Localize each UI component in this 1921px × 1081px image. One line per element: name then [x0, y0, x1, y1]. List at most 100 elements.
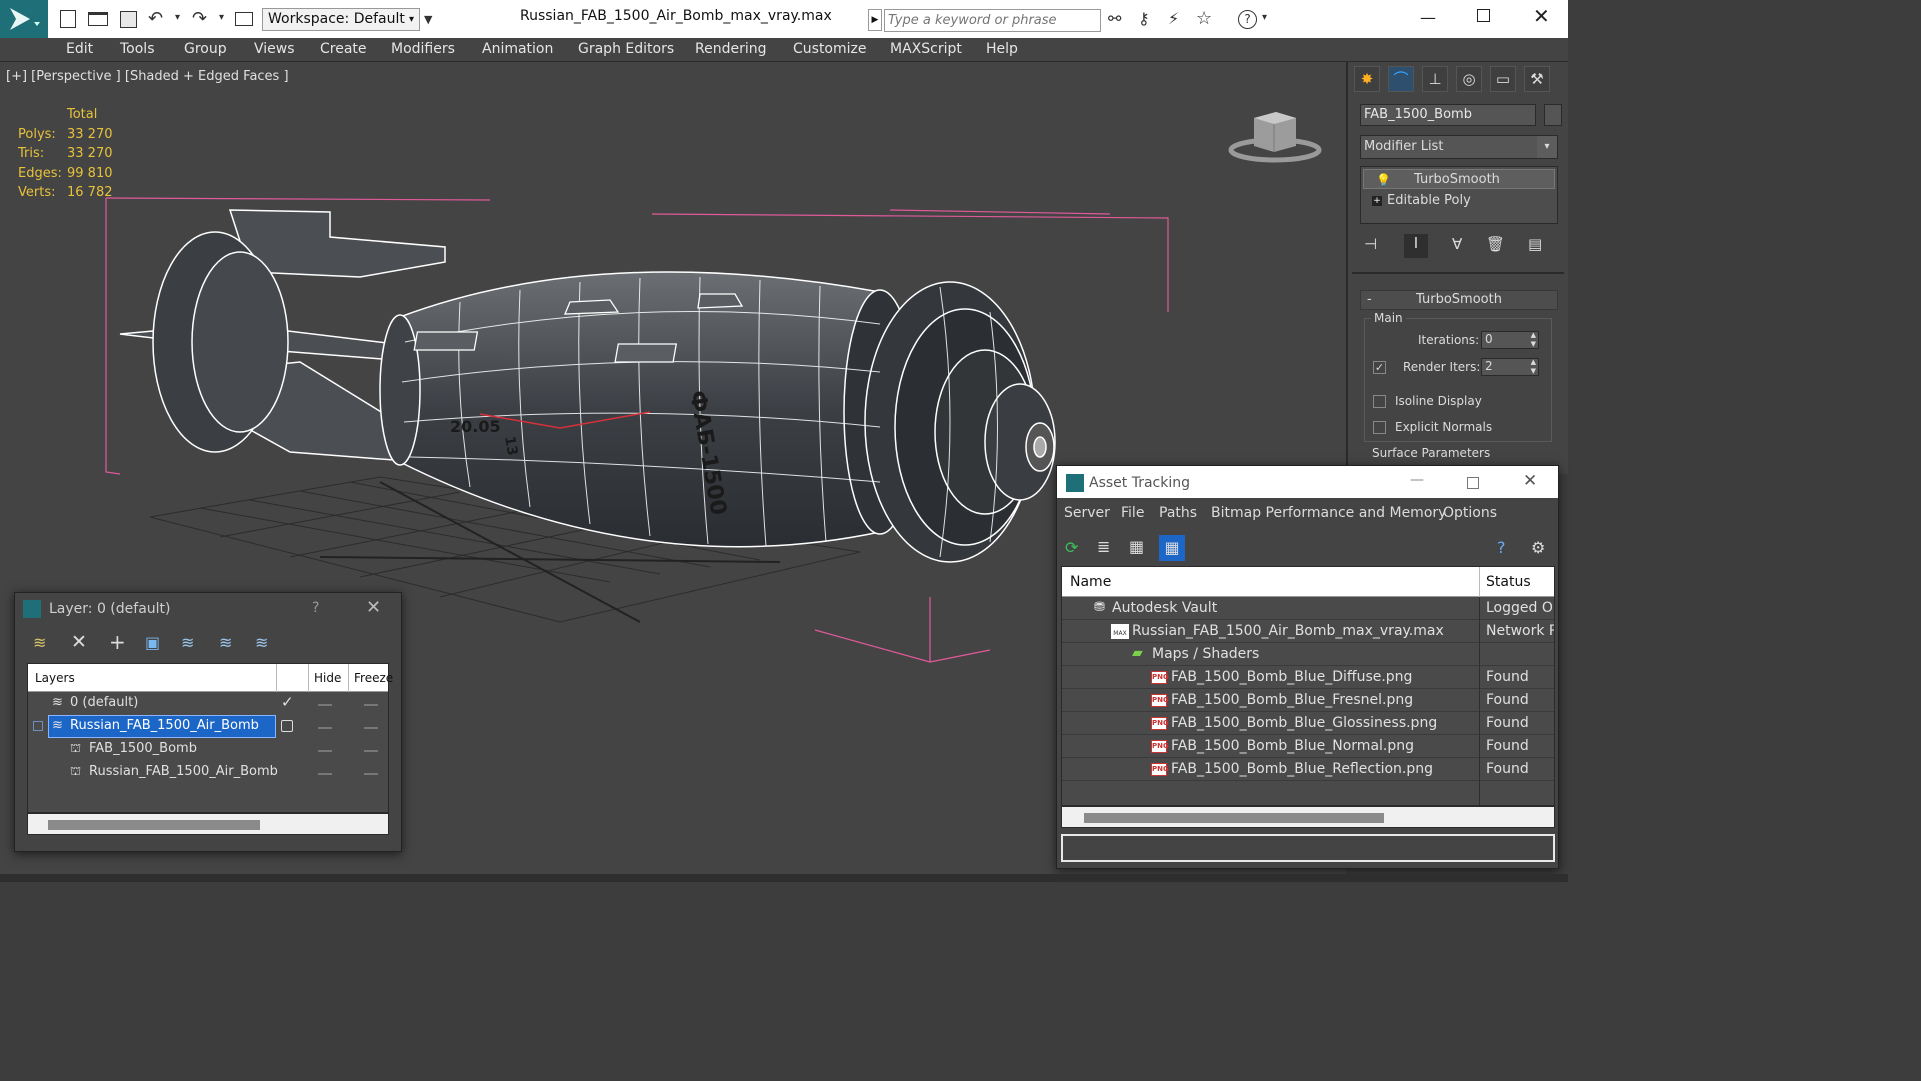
column-header-status[interactable]: Status: [1486, 574, 1531, 590]
redo-icon[interactable]: ↷: [192, 8, 207, 29]
menu-rendering[interactable]: Rendering: [695, 41, 767, 57]
menu-views[interactable]: Views: [254, 41, 295, 57]
key-icon[interactable]: ⚷: [1138, 9, 1150, 28]
layer-window-titlebar[interactable]: Layer: 0 (default) ? ✕: [15, 593, 401, 625]
close-icon[interactable]: ✕: [366, 597, 381, 618]
column-header-hide[interactable]: Hide: [314, 671, 341, 685]
make-unique-icon[interactable]: ∀: [1452, 235, 1462, 253]
quick-access-menu-icon[interactable]: ▼: [424, 8, 438, 31]
asset-path-field[interactable]: [1061, 834, 1555, 862]
menu-bitmap-performance[interactable]: Bitmap Performance and Memory: [1211, 505, 1446, 521]
scrollbar-thumb[interactable]: [1084, 813, 1384, 823]
layer-list[interactable]: Layers Hide Freeze ≋ 0 (default) ✓ ≋ Rus…: [27, 663, 393, 813]
project-folder-icon[interactable]: [235, 12, 253, 26]
menu-graph-editors[interactable]: Graph Editors: [578, 41, 674, 57]
menu-edit[interactable]: Edit: [66, 41, 93, 57]
menu-file[interactable]: File: [1121, 505, 1144, 521]
select-objects-icon[interactable]: ▣: [145, 633, 160, 652]
modifier-list-dropdown[interactable]: Modifier List ▾: [1360, 135, 1558, 159]
help-icon[interactable]: ?: [1238, 10, 1257, 29]
save-icon[interactable]: [120, 11, 137, 28]
menu-modifiers[interactable]: Modifiers: [391, 41, 455, 57]
render-iters-spinner[interactable]: 2 ▲ ▼: [1481, 358, 1539, 376]
render-iters-checkbox[interactable]: ✓: [1373, 361, 1386, 374]
asset-table[interactable]: Name Status ⛃ Autodesk Vault Logged Ou M…: [1061, 566, 1555, 806]
undo-icon[interactable]: ↶: [148, 8, 163, 29]
current-layer-check-icon[interactable]: ✓: [281, 693, 294, 711]
communication-center-icon[interactable]: ⚡: [1168, 9, 1179, 28]
refresh-icon[interactable]: ⟳: [1065, 538, 1078, 557]
vault-settings-icon[interactable]: ⚙: [1531, 538, 1545, 557]
hide-toggle[interactable]: [318, 773, 332, 775]
explicit-normals-checkbox[interactable]: [1373, 421, 1386, 434]
expand-plus-icon[interactable]: +: [1372, 196, 1382, 206]
scrollbar-thumb[interactable]: [48, 820, 260, 830]
minimize-icon[interactable]: —: [1420, 8, 1436, 27]
redo-dropdown-icon[interactable]: ▾: [219, 12, 224, 23]
layer-row-selected[interactable]: ≋ Russian_FAB_1500_Air_Bomb: [28, 715, 388, 738]
hide-all-icon[interactable]: ≋: [219, 633, 232, 652]
menu-customize[interactable]: Customize: [793, 41, 867, 57]
layer-horizontal-scrollbar[interactable]: [27, 813, 389, 835]
modify-tab-icon[interactable]: ⌒: [1388, 66, 1414, 92]
asset-row[interactable]: PNG FAB_1500_Bomb_Blue_Diffuse.png Found: [1062, 666, 1554, 689]
maximize-icon[interactable]: [1467, 477, 1479, 489]
freeze-toggle[interactable]: [364, 773, 378, 775]
stack-item-editable-poly[interactable]: + Editable Poly: [1363, 191, 1555, 211]
hide-toggle[interactable]: [318, 727, 332, 729]
menu-group[interactable]: Group: [184, 41, 227, 57]
new-file-icon[interactable]: [60, 10, 76, 28]
add-to-layer-icon[interactable]: +: [109, 630, 126, 654]
hide-toggle[interactable]: [318, 750, 332, 752]
close-icon[interactable]: ✕: [1533, 4, 1550, 28]
freeze-toggle[interactable]: [364, 750, 378, 752]
vault-help-icon[interactable]: ?: [1497, 538, 1506, 557]
menu-help[interactable]: Help: [986, 41, 1018, 57]
search-input[interactable]: [884, 9, 1101, 32]
configure-sets-icon[interactable]: ▤: [1528, 235, 1542, 253]
menu-create[interactable]: Create: [320, 41, 367, 57]
show-end-result-icon[interactable]: I: [1404, 234, 1428, 258]
menu-animation[interactable]: Animation: [482, 41, 553, 57]
menu-options[interactable]: Options: [1443, 505, 1497, 521]
layer-object-row[interactable]: ⛫ FAB_1500_Bomb: [28, 738, 388, 761]
workspace-dropdown[interactable]: Workspace: Default ▾: [262, 8, 420, 31]
hide-toggle[interactable]: [318, 704, 332, 706]
display-tab-icon[interactable]: ▭: [1490, 66, 1516, 92]
menu-server[interactable]: Server: [1064, 505, 1110, 521]
maximize-icon[interactable]: [1477, 9, 1490, 22]
menu-maxscript[interactable]: MAXScript: [890, 41, 962, 57]
asset-horizontal-scrollbar[interactable]: [1061, 806, 1555, 828]
spinner-arrows-icon[interactable]: ▲ ▼: [1531, 358, 1536, 376]
minimize-icon[interactable]: —: [1410, 472, 1424, 488]
object-color-swatch[interactable]: [1544, 104, 1562, 126]
help-dropdown-icon[interactable]: ▾: [1262, 12, 1267, 23]
close-icon[interactable]: ✕: [1523, 471, 1537, 491]
asset-window-titlebar[interactable]: Asset Tracking — ✕: [1057, 466, 1558, 498]
freeze-all-icon[interactable]: ≋: [255, 633, 268, 652]
asset-row[interactable]: MAX Russian_FAB_1500_Air_Bomb_max_vray.m…: [1062, 620, 1554, 643]
asset-row[interactable]: PNG FAB_1500_Bomb_Blue_Fresnel.png Found: [1062, 689, 1554, 712]
menu-tools[interactable]: Tools: [120, 41, 155, 57]
pin-stack-icon[interactable]: ⊣: [1364, 235, 1377, 253]
utilities-tab-icon[interactable]: ⚒: [1524, 66, 1550, 92]
freeze-toggle[interactable]: [364, 704, 378, 706]
create-layer-icon[interactable]: ≋: [33, 633, 46, 652]
isoline-checkbox[interactable]: [1373, 395, 1386, 408]
create-tab-icon[interactable]: ✸: [1354, 66, 1380, 92]
help-icon[interactable]: ?: [312, 600, 319, 616]
favorites-star-icon[interactable]: ☆: [1196, 8, 1212, 29]
asset-row[interactable]: PNG FAB_1500_Bomb_Blue_Glossiness.png Fo…: [1062, 712, 1554, 735]
column-header-name[interactable]: Name: [1070, 574, 1111, 590]
layer-row[interactable]: ≋ 0 (default) ✓: [28, 692, 388, 715]
asset-row[interactable]: ▰ Maps / Shaders: [1062, 643, 1554, 666]
delete-layer-icon[interactable]: ✕: [71, 631, 87, 653]
asset-row[interactable]: PNG FAB_1500_Bomb_Blue_Normal.png Found: [1062, 735, 1554, 758]
highlight-layer-icon[interactable]: ≋: [181, 633, 194, 652]
motion-tab-icon[interactable]: ◎: [1456, 66, 1482, 92]
menu-paths[interactable]: Paths: [1159, 505, 1197, 521]
iterations-spinner[interactable]: 0 ▲ ▼: [1481, 331, 1539, 349]
remove-modifier-icon[interactable]: 🗑: [1486, 235, 1505, 253]
spinner-arrows-icon[interactable]: ▲ ▼: [1531, 331, 1536, 349]
undo-dropdown-icon[interactable]: ▾: [175, 12, 180, 23]
